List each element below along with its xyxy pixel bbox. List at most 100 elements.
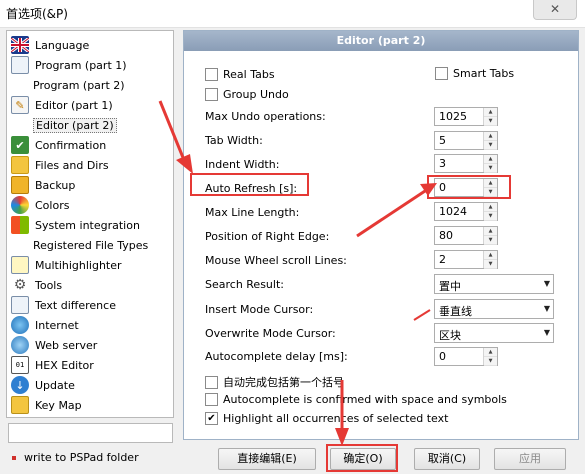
tab-width-spinner[interactable]: 5 ▲ ▼ (434, 131, 498, 150)
check-icon: ✔ (207, 412, 216, 424)
sidebar-item-language[interactable]: Language (11, 35, 89, 55)
sidebar-item-label: System integration (35, 218, 140, 232)
max-line-length-spinner[interactable]: 1024 ▲ ▼ (434, 202, 498, 221)
sidebar-item-label: Web server (35, 338, 98, 352)
indent-width-spinner[interactable]: 3 ▲ ▼ (434, 154, 498, 173)
search-result-value: 置中 (439, 280, 461, 293)
indent-width-label: Indent Width: (205, 158, 280, 171)
checkbox-box[interactable]: ✔ (205, 412, 218, 425)
autocomplete-space-label: Autocomplete is confirmed with space and… (223, 393, 507, 406)
preferences-tree: Language Program (part 1) Program (part … (6, 30, 174, 418)
wheel-lines-value: 2 (439, 253, 446, 266)
group-undo-checkbox[interactable]: Group Undo (205, 88, 289, 101)
sidebar-item-editor-part2[interactable]: Editor (part 2) (33, 115, 117, 135)
direct-edit-button[interactable]: 直接编辑(E) (218, 448, 316, 470)
sidebar-item-tools[interactable]: ⚙ Tools (11, 275, 62, 295)
sidebar-item-text-difference[interactable]: Text difference (11, 295, 116, 315)
sidebar-item-hex-editor[interactable]: 01 HEX Editor (11, 355, 94, 375)
spin-down-icon[interactable]: ▼ (484, 260, 497, 269)
apply-label: 应用 (519, 452, 541, 465)
settings-panel: Editor (part 2) Real Tabs Smart Tabs Gro… (183, 30, 579, 440)
highlighter-icon (11, 256, 29, 274)
right-edge-value: 80 (439, 229, 453, 242)
annotation-box-auto-refresh-value (427, 175, 511, 199)
uk-flag-icon (11, 36, 29, 54)
search-result-select[interactable]: 置中 ▼ (434, 274, 554, 294)
spin-up-icon[interactable]: ▲ (484, 227, 497, 236)
spin-down-icon[interactable]: ▼ (484, 357, 497, 366)
sidebar-item-editor-part1[interactable]: ✎ Editor (part 1) (11, 95, 113, 115)
sidebar-item-registered-file-types[interactable]: Registered File Types (33, 235, 148, 255)
close-button[interactable]: ✕ (533, 0, 577, 20)
autocomplete-space-checkbox[interactable]: Autocomplete is confirmed with space and… (205, 393, 507, 406)
real-tabs-checkbox[interactable]: Real Tabs (205, 68, 275, 81)
sidebar-item-update[interactable]: ↓ Update (11, 375, 75, 395)
spin-down-icon[interactable]: ▼ (484, 141, 497, 150)
spin-down-icon[interactable]: ▼ (484, 117, 497, 126)
sidebar-item-files-and-dirs[interactable]: Files and Dirs (11, 155, 109, 175)
sidebar-item-confirmation[interactable]: ✔ Confirmation (11, 135, 106, 155)
sidebar-item-label: Program (part 2) (33, 78, 125, 92)
max-undo-spinner[interactable]: 1025 ▲ ▼ (434, 107, 498, 126)
max-line-length-label: Max Line Length: (205, 206, 300, 219)
checkbox-box[interactable] (205, 88, 218, 101)
annotation-box-auto-refresh-label (190, 173, 309, 196)
checkbox-box[interactable] (435, 67, 448, 80)
spin-up-icon[interactable]: ▲ (484, 132, 497, 141)
chevron-down-icon: ▼ (543, 328, 550, 337)
window-title: 首选项(&P) (6, 7, 68, 21)
wheel-lines-label: Mouse Wheel scroll Lines: (205, 254, 347, 267)
insert-cursor-select[interactable]: 垂直线 ▼ (434, 299, 554, 319)
pspad-folder-label: write to PSPad folder (24, 451, 139, 464)
right-edge-spinner[interactable]: 80 ▲ ▼ (434, 226, 498, 245)
chevron-down-icon: ▼ (543, 304, 550, 313)
wheel-lines-spinner[interactable]: 2 ▲ ▼ (434, 250, 498, 269)
sidebar-item-label: Key Map (35, 398, 82, 412)
annotation-box-ok-button (326, 444, 398, 472)
sidebar-item-label: Multihighlighter (35, 258, 122, 272)
folder-path-field[interactable] (8, 423, 173, 443)
spin-up-icon[interactable]: ▲ (484, 203, 497, 212)
spin-up-icon[interactable]: ▲ (484, 108, 497, 117)
sidebar-item-web-server[interactable]: Web server (11, 335, 97, 355)
spin-down-icon[interactable]: ▼ (484, 212, 497, 221)
sidebar-item-multihighlighter[interactable]: Multihighlighter (11, 255, 122, 275)
backup-icon (11, 176, 29, 194)
update-icon: ↓ (11, 376, 29, 394)
cancel-button[interactable]: 取消(C) (414, 448, 480, 470)
insert-cursor-label: Insert Mode Cursor: (205, 303, 314, 316)
highlight-all-checkbox[interactable]: ✔ Highlight all occurrences of selected … (205, 412, 448, 425)
sidebar-item-internet[interactable]: Internet (11, 315, 79, 335)
spin-down-icon[interactable]: ▼ (484, 236, 497, 245)
autocomplete-first-bracket-checkbox[interactable]: 自动完成包括第一个括号 (205, 374, 344, 390)
document-icon (11, 56, 29, 74)
autocomplete-delay-spinner[interactable]: 0 ▲ ▼ (434, 347, 498, 366)
sidebar-item-program-part2[interactable]: Program (part 2) (33, 75, 125, 95)
text-diff-icon (11, 296, 29, 314)
real-tabs-label: Real Tabs (223, 68, 275, 81)
spin-up-icon[interactable]: ▲ (484, 155, 497, 164)
max-line-length-value: 1024 (439, 205, 467, 218)
sidebar-item-key-map[interactable]: Key Map (11, 395, 82, 415)
sidebar-item-program-part1[interactable]: Program (part 1) (11, 55, 127, 75)
checkbox-box[interactable] (205, 393, 218, 406)
tab-width-value: 5 (439, 134, 446, 147)
autocomplete-delay-value: 0 (439, 350, 446, 363)
sidebar-item-colors[interactable]: Colors (11, 195, 69, 215)
spin-up-icon[interactable]: ▲ (484, 348, 497, 357)
sidebar-item-label: Editor (part 1) (35, 98, 113, 112)
apply-button[interactable]: 应用 (494, 448, 566, 470)
sidebar-item-backup[interactable]: Backup (11, 175, 75, 195)
checkbox-box[interactable] (205, 68, 218, 81)
spin-down-icon[interactable]: ▼ (484, 164, 497, 173)
checkbox-box[interactable] (205, 375, 218, 389)
chevron-down-icon: ▼ (543, 279, 550, 288)
sidebar-item-label: Internet (35, 318, 79, 332)
overwrite-cursor-select[interactable]: 区块 ▼ (434, 323, 554, 343)
sidebar-item-system-integration[interactable]: System integration (11, 215, 140, 235)
overwrite-cursor-value: 区块 (439, 329, 461, 342)
globe-icon (11, 316, 29, 334)
pspad-folder-option[interactable]: write to PSPad folder (12, 451, 139, 464)
spin-up-icon[interactable]: ▲ (484, 251, 497, 260)
smart-tabs-checkbox[interactable]: Smart Tabs (435, 67, 514, 80)
